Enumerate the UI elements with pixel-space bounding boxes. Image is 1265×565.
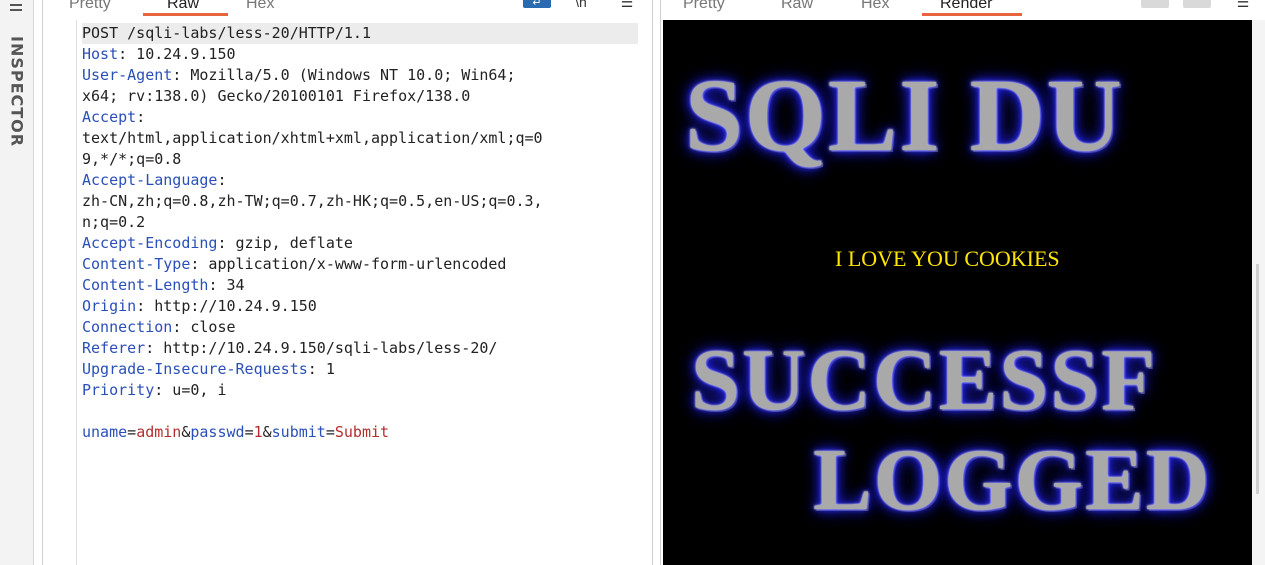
header-key: Host bbox=[82, 45, 119, 63]
code-text: 9,*/*;q=0.8 bbox=[82, 150, 182, 168]
code-line[interactable]: 10Connection: close bbox=[82, 317, 638, 338]
newline-toggle-icon[interactable]: \n bbox=[567, 0, 595, 10]
code-line[interactable]: 6Accept-Encoding: gzip, deflate bbox=[82, 233, 638, 254]
response-tabs: Pretty Raw Hex Render ☰ bbox=[661, 0, 1265, 16]
code-line[interactable]: 14 bbox=[82, 401, 638, 422]
code-line[interactable]: 12Upgrade-Insecure-Requests: 1 bbox=[82, 359, 638, 380]
param-value: admin bbox=[136, 423, 182, 441]
header-key: Content-Type bbox=[82, 255, 191, 273]
param-key: submit bbox=[271, 423, 326, 441]
code-text: = bbox=[127, 423, 137, 441]
tab-response-render[interactable]: Render bbox=[940, 0, 992, 13]
active-tab-indicator bbox=[922, 13, 1022, 16]
code-line[interactable]: 3User-Agent: Mozilla/5.0 (Windows NT 10.… bbox=[82, 65, 638, 86]
rendered-response: SQLI DU I LOVE YOU COOKIES SUCCESSF LOGG… bbox=[663, 20, 1252, 565]
response-panel: Pretty Raw Hex Render ☰ SQLI DU I LOVE Y… bbox=[660, 0, 1265, 565]
code-line[interactable]: 1POST /sqli-labs/less-20/HTTP/1.1 bbox=[82, 23, 638, 44]
code-text: : 1 bbox=[307, 360, 335, 378]
options-menu-icon[interactable]: ☰ bbox=[613, 0, 641, 10]
active-tab-indicator bbox=[143, 13, 228, 16]
tab-response-pretty[interactable]: Pretty bbox=[683, 0, 725, 13]
heading-logged: LOGGED bbox=[813, 432, 1212, 529]
param-value: 1 bbox=[253, 423, 263, 441]
code-text: & bbox=[262, 423, 272, 441]
code-text: : 34 bbox=[208, 276, 245, 294]
tab-request-hex[interactable]: Hex bbox=[246, 0, 274, 13]
header-key: User-Agent bbox=[82, 66, 173, 84]
options-menu-icon[interactable]: ☰ bbox=[1229, 0, 1257, 10]
code-text: : bbox=[136, 108, 146, 126]
header-key: Upgrade-Insecure-Requests bbox=[82, 360, 308, 378]
heading-sqli-dumb: SQLI DU bbox=[685, 58, 1124, 173]
newline-toggle-icon[interactable] bbox=[1183, 0, 1211, 8]
code-line[interactable]: 5Accept-Language: bbox=[82, 170, 638, 191]
code-text: = bbox=[244, 423, 254, 441]
code-text: : http://10.24.9.150 bbox=[136, 297, 317, 315]
code-text: n;q=0.2 bbox=[82, 213, 146, 231]
tab-response-raw[interactable]: Raw bbox=[781, 0, 813, 13]
code-text: x64; rv:138.0) Gecko/20100101 Firefox/13… bbox=[82, 87, 471, 105]
code-line[interactable]: 2Host: 10.24.9.150 bbox=[82, 44, 638, 65]
tab-request-pretty[interactable]: Pretty bbox=[69, 0, 111, 13]
panel-divider[interactable] bbox=[652, 0, 660, 565]
code-text: = bbox=[325, 423, 335, 441]
code-text: : http://10.24.9.150/sqli-labs/less-20/ bbox=[145, 339, 498, 357]
code-line[interactable]: text/html,application/xhtml+xml,applicat… bbox=[82, 128, 638, 149]
code-line[interactable]: 15uname=admin&passwd=1&submit=Submit bbox=[82, 422, 638, 443]
code-text: : close bbox=[172, 318, 236, 336]
code-text: : 10.24.9.150 bbox=[118, 45, 236, 63]
param-value: Submit bbox=[334, 423, 390, 441]
wrap-lines-icon[interactable] bbox=[1141, 0, 1169, 8]
code-line[interactable]: 4Accept: bbox=[82, 107, 638, 128]
render-scrollbar[interactable] bbox=[1252, 20, 1265, 565]
code-line[interactable]: 13Priority: u=0, i bbox=[82, 380, 638, 401]
code-line[interactable]: x64; rv:138.0) Gecko/20100101 Firefox/13… bbox=[82, 86, 638, 107]
code-line[interactable]: n;q=0.2 bbox=[82, 212, 638, 233]
code-line[interactable]: 9,*/*;q=0.8 bbox=[82, 149, 638, 170]
param-key: passwd bbox=[190, 423, 245, 441]
tab-response-hex[interactable]: Hex bbox=[861, 0, 889, 13]
inspector-label[interactable]: INSPECTOR bbox=[8, 36, 27, 147]
code-text: : u=0, i bbox=[154, 381, 227, 399]
code-text: : Mozilla/5.0 (Windows NT 10.0; Win64; bbox=[172, 66, 516, 84]
rail-gap bbox=[34, 0, 42, 565]
code-line[interactable]: 11Referer: http://10.24.9.150/sqli-labs/… bbox=[82, 338, 638, 359]
header-key: Priority bbox=[82, 381, 155, 399]
menu-icon[interactable] bbox=[10, 4, 22, 14]
cookie-message: I LOVE YOU COOKIES bbox=[835, 246, 1060, 271]
code-text: : gzip, deflate bbox=[217, 234, 353, 252]
line-number-gutter bbox=[43, 20, 77, 565]
request-editor[interactable]: 1POST /sqli-labs/less-20/HTTP/1.12Host: … bbox=[43, 20, 652, 565]
code-line[interactable]: 7Content-Type: application/x-www-form-ur… bbox=[82, 254, 638, 275]
code-line[interactable]: 9Origin: http://10.24.9.150 bbox=[82, 296, 638, 317]
code-text: : application/x-www-form-urlencoded bbox=[190, 255, 507, 273]
code-text: zh-CN,zh;q=0.8,zh-TW;q=0.7,zh-HK;q=0.5,e… bbox=[82, 192, 543, 210]
header-key: Accept-Encoding bbox=[82, 234, 218, 252]
inspector-rail[interactable]: INSPECTOR bbox=[0, 0, 34, 565]
header-key: Content-Length bbox=[82, 276, 209, 294]
code-line[interactable]: zh-CN,zh;q=0.8,zh-TW;q=0.7,zh-HK;q=0.5,e… bbox=[82, 191, 638, 212]
header-key: Origin bbox=[82, 297, 137, 315]
code-text: text/html,application/xhtml+xml,applicat… bbox=[82, 129, 543, 147]
header-key: Accept bbox=[82, 108, 137, 126]
request-code[interactable]: 1POST /sqli-labs/less-20/HTTP/1.12Host: … bbox=[82, 23, 638, 443]
heading-successfully: SUCCESSF bbox=[691, 332, 1157, 429]
wrap-lines-icon[interactable]: ↵ bbox=[523, 0, 551, 9]
request-panel: Pretty Raw Hex ↵ \n ☰ 1POST /sqli-labs/l… bbox=[42, 0, 652, 565]
header-key: Accept-Language bbox=[82, 171, 218, 189]
header-key: Referer bbox=[82, 339, 146, 357]
header-key: Connection bbox=[82, 318, 173, 336]
code-text: POST /sqli-labs/less-20/HTTP/1.1 bbox=[82, 24, 371, 42]
tab-request-raw[interactable]: Raw bbox=[167, 0, 199, 13]
scrollbar-thumb[interactable] bbox=[1256, 264, 1259, 494]
param-key: uname bbox=[82, 423, 128, 441]
code-text: : bbox=[217, 171, 227, 189]
code-line[interactable]: 8Content-Length: 34 bbox=[82, 275, 638, 296]
request-tabs: Pretty Raw Hex ↵ \n ☰ bbox=[43, 0, 652, 16]
